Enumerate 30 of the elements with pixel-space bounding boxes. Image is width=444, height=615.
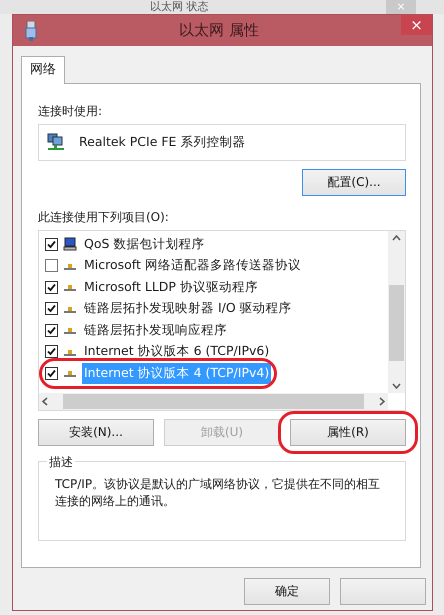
tab[interactable]: 网络 — [21, 56, 65, 84]
action-button[interactable]: 属性(R) — [290, 418, 406, 446]
list-label: 此连接使用下列项目(O): — [38, 208, 170, 226]
adapter-name: Realtek PCIe FE 系列控制器 — [79, 132, 246, 151]
checkbox[interactable] — [45, 259, 58, 272]
checkbox[interactable] — [45, 238, 58, 251]
computer-icon — [63, 237, 77, 252]
window-title: 以太网 状态 — [150, 0, 208, 14]
list-item[interactable]: Internet 协议版本 6 (TCP/IPv6) — [82, 341, 272, 362]
configure-button[interactable]: 配置(C)... — [302, 168, 406, 196]
vertical-scrollbar[interactable] — [388, 230, 405, 392]
field-label: 连接时使用: — [38, 102, 104, 120]
ok-button[interactable]: 确定 — [244, 578, 330, 604]
list-item[interactable]: Microsoft 网络适配器多路传送器协议 — [82, 255, 303, 276]
checkbox[interactable] — [45, 324, 58, 337]
action-button[interactable]: 安装(N)... — [38, 418, 154, 446]
list-item[interactable]: QoS 数据包计划程序 — [82, 234, 206, 255]
description-text: TCP/IP。该协议是默认的广域网络协议，它提供在不同的相互连接的网络上的通讯。 — [55, 476, 382, 510]
list-item[interactable]: 链路层拓扑发现映射器 I/O 驱动程序 — [82, 298, 294, 320]
checkbox[interactable] — [45, 280, 58, 294]
window-title: 以太网 属性 — [179, 21, 259, 40]
ethernet-plug-icon — [25, 20, 37, 40]
checkbox[interactable] — [45, 345, 58, 358]
close-button[interactable]: × — [401, 15, 432, 35]
checkbox[interactable] — [45, 302, 58, 316]
horizontal-scrollbar[interactable] — [39, 392, 388, 410]
checkbox[interactable] — [45, 366, 58, 380]
list-item[interactable]: 链路层拓扑发现响应程序 — [82, 320, 229, 341]
list-item[interactable]: Microsoft LLDP 协议驱动程序 — [82, 276, 260, 298]
network-adapter-icon — [47, 133, 65, 151]
